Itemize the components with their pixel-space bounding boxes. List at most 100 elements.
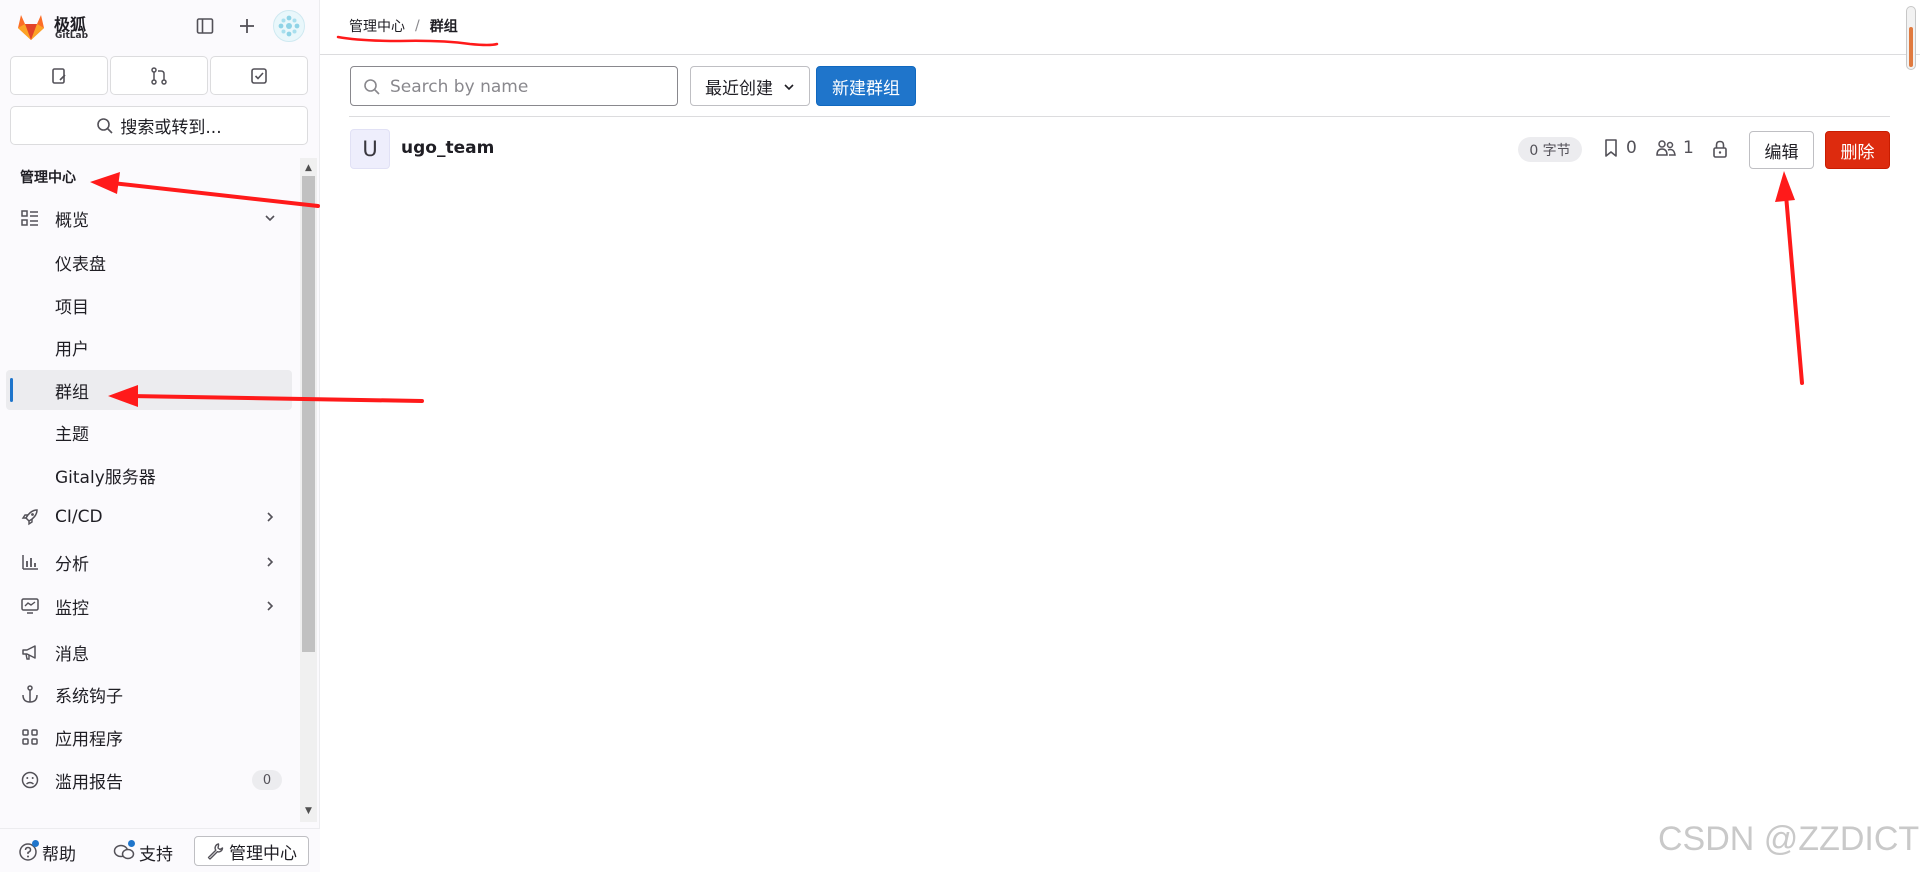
support-button[interactable]: 支持 — [113, 839, 173, 865]
support-chat-icon — [113, 840, 135, 862]
page-scrollbar[interactable] — [1906, 6, 1916, 70]
search-or-goto-button[interactable]: 搜索或转到... — [10, 106, 308, 145]
user-avatar[interactable] — [273, 10, 305, 42]
merge-request-icon — [151, 66, 167, 85]
sidebar-item-label: 应用程序 — [55, 729, 123, 750]
sidebar-item-overview[interactable]: 概览 — [6, 198, 292, 238]
delete-group-button[interactable]: 删除 — [1825, 131, 1890, 169]
active-indicator — [10, 378, 13, 402]
lock-icon — [1711, 139, 1729, 159]
sidebar-item-cicd[interactable]: CI/CD — [6, 497, 292, 537]
sidebar-item-label: 监控 — [55, 598, 89, 619]
watermark: CSDN @ZZDICT — [1658, 820, 1920, 858]
new-group-button[interactable]: 新建群组 — [816, 66, 916, 106]
sidebar-item-label: 滥用报告 — [55, 772, 123, 793]
applications-icon — [20, 727, 40, 747]
rocket-icon — [20, 507, 40, 527]
sidebar-item-analytics[interactable]: 分析 — [6, 542, 292, 582]
scroll-down-arrow[interactable]: ▼ — [302, 805, 315, 817]
breadcrumb-admin-link[interactable]: 管理中心 — [349, 16, 405, 36]
help-button[interactable]: 帮助 — [18, 839, 76, 865]
page-scroll-thumb[interactable] — [1909, 27, 1913, 67]
anchor-icon — [20, 684, 40, 704]
sidebar-item-label: CI/CD — [55, 507, 103, 527]
sidebar-item-label: 系统钩子 — [55, 686, 123, 707]
breadcrumb-separator: / — [415, 18, 420, 34]
sad-face-icon — [20, 770, 40, 790]
sidebar-item-label: 分析 — [55, 554, 89, 575]
sidebar-scroll-thumb[interactable] — [302, 176, 315, 652]
sidebar-item-label: 群组 — [55, 382, 89, 403]
sidebar-item-users[interactable]: 用户 — [6, 327, 292, 367]
header-divider — [320, 54, 1920, 55]
sort-dropdown[interactable]: 最近创建 — [690, 66, 810, 106]
todo-check-icon — [251, 67, 267, 84]
sidebar-item-projects[interactable]: 项目 — [6, 285, 292, 325]
overview-icon — [20, 208, 40, 228]
abuse-reports-count-badge: 0 — [252, 770, 282, 790]
chevron-right-icon — [267, 601, 274, 611]
group-search-input[interactable]: Search by name — [350, 66, 678, 106]
support-label: 支持 — [139, 844, 173, 865]
sidebar-item-groups[interactable]: 群组 — [6, 370, 292, 410]
chevron-right-icon — [267, 557, 274, 567]
scroll-up-arrow[interactable]: ▲ — [302, 162, 315, 174]
merge-requests-button[interactable] — [110, 56, 208, 95]
group-name-link[interactable]: ugo_team — [401, 138, 494, 158]
admin-area-label: 管理中心 — [229, 843, 297, 864]
sidebar: 极狐 GitLab 搜索或转到... ▲ ▼ 管理中心 概览 仪表盘 项目 用户… — [0, 0, 320, 872]
sidebar-item-label: 主题 — [55, 424, 89, 445]
help-label: 帮助 — [42, 844, 76, 865]
sidebar-item-monitoring[interactable]: 监控 — [6, 586, 292, 626]
brand-subtitle[interactable]: GitLab — [55, 31, 88, 41]
sidebar-item-label: 概览 — [55, 210, 89, 231]
sidebar-item-messages[interactable]: 消息 — [6, 632, 292, 672]
edit-group-button[interactable]: 编辑 — [1749, 131, 1814, 169]
toggle-sidebar-icon[interactable] — [191, 12, 219, 40]
breadcrumb: 管理中心 / 群组 — [349, 15, 458, 37]
list-divider — [349, 116, 1890, 117]
projects-count: 0 — [1602, 138, 1637, 158]
admin-area-button[interactable]: 管理中心 — [194, 836, 309, 866]
issues-button[interactable] — [10, 56, 108, 95]
chevron-down-icon — [784, 84, 794, 91]
sidebar-item-label: Gitaly服务器 — [55, 467, 156, 488]
annotation-underline — [336, 35, 499, 47]
sidebar-section-title: 管理中心 — [20, 170, 76, 186]
annotation-arrow-edit — [1784, 193, 1804, 385]
sidebar-item-applications[interactable]: 应用程序 — [6, 717, 292, 757]
chevron-down-icon — [265, 215, 275, 222]
users-icon — [1656, 140, 1676, 156]
sidebar-item-label: 用户 — [55, 339, 89, 360]
search-or-goto-label: 搜索或转到... — [120, 118, 222, 138]
plus-icon[interactable] — [233, 12, 261, 40]
sidebar-item-topics[interactable]: 主题 — [6, 412, 292, 452]
issues-icon — [52, 67, 66, 84]
megaphone-icon — [20, 642, 40, 662]
storage-size-badge: 0 字节 — [1518, 137, 1582, 162]
notification-dot — [32, 840, 39, 847]
group-avatar[interactable]: U — [350, 129, 390, 169]
sidebar-item-abuse-reports[interactable]: 滥用报告 0 — [6, 760, 292, 800]
notification-dot — [128, 840, 135, 847]
help-icon — [18, 840, 39, 862]
todo-button[interactable] — [210, 56, 308, 95]
group-row: U ugo_team 0 字节 0 1 编辑 删除 — [349, 128, 1890, 170]
search-placeholder: Search by name — [390, 77, 529, 97]
sidebar-item-label: 仪表盘 — [55, 254, 106, 275]
monitor-icon — [20, 596, 40, 616]
chevron-right-icon — [267, 512, 274, 522]
sidebar-item-label: 消息 — [55, 644, 89, 665]
sidebar-header: 极狐 GitLab — [0, 0, 320, 52]
gitlab-logo-icon[interactable] — [14, 9, 48, 43]
search-icon — [364, 79, 380, 95]
sidebar-footer: 帮助 支持 管理中心 — [0, 828, 320, 872]
sidebar-item-system-hooks[interactable]: 系统钩子 — [6, 674, 292, 714]
sidebar-item-dashboard[interactable]: 仪表盘 — [6, 242, 292, 282]
sidebar-item-gitaly-servers[interactable]: Gitaly服务器 — [6, 455, 292, 495]
members-count-value: 1 — [1683, 138, 1694, 158]
breadcrumb-current[interactable]: 群组 — [430, 16, 458, 36]
members-count: 1 — [1655, 138, 1694, 158]
sort-dropdown-label: 最近创建 — [705, 78, 773, 99]
chart-icon — [20, 552, 40, 572]
